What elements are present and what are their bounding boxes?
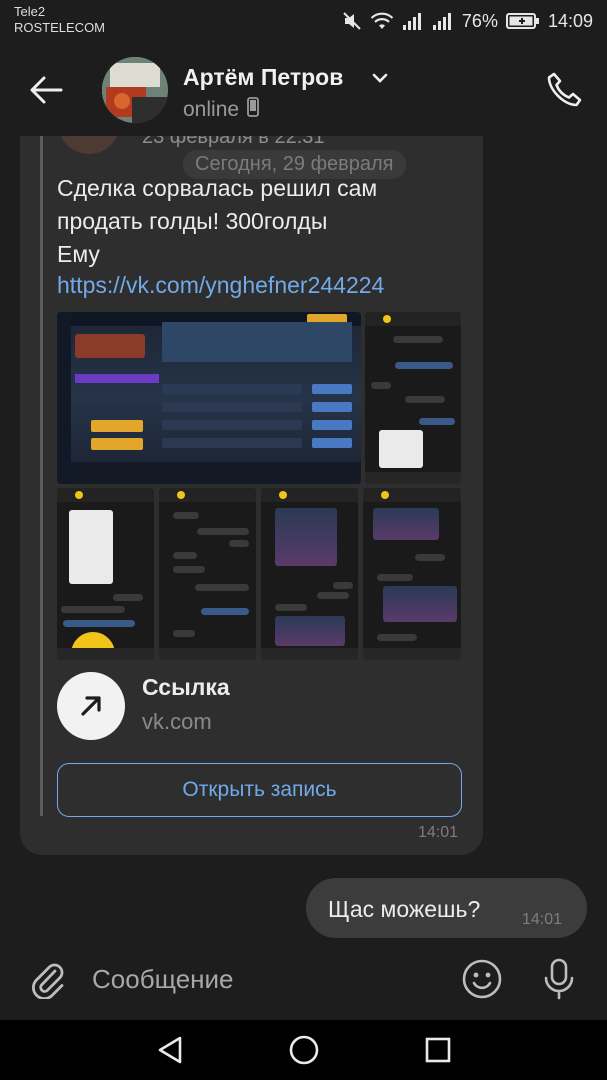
nav-home-button[interactable] <box>282 1030 326 1070</box>
clock: 14:09 <box>547 10 593 31</box>
attach-button[interactable] <box>24 956 70 1002</box>
signal-icon <box>432 11 454 31</box>
status-icons: 76% 14:09 <box>342 8 593 34</box>
contact-online-status: online <box>183 97 259 123</box>
photo-thumbnail[interactable] <box>57 488 154 660</box>
carrier-info: Tele2 ROSTELECOM <box>14 4 105 36</box>
battery-icon <box>505 12 540 30</box>
forward-quote-bar <box>40 136 43 816</box>
back-triangle-icon <box>158 1036 182 1064</box>
emoji-icon <box>462 959 502 999</box>
message-list[interactable]: 23 февраля в 22:31 Сегодня, 29 февраля С… <box>0 136 607 938</box>
message-link[interactable]: https://vk.com/ynghefner244224 <box>57 269 384 302</box>
microphone-icon <box>544 958 574 1000</box>
forwarded-date: 23 февраля в 22:31 <box>142 136 325 148</box>
outgoing-message-text: Щас можешь? <box>328 896 481 922</box>
carrier-name-primary: Tele2 <box>14 4 46 19</box>
link-preview-domain: vk.com <box>142 709 212 734</box>
phone-icon <box>547 72 582 107</box>
home-circle-icon <box>289 1035 319 1065</box>
nav-back-button[interactable] <box>148 1030 192 1070</box>
system-navigation-bar <box>0 1020 607 1080</box>
paperclip-icon <box>32 963 64 999</box>
contact-avatar[interactable] <box>102 57 168 123</box>
photo-thumbnail[interactable] <box>57 312 361 484</box>
message-time: 14:01 <box>418 824 459 841</box>
emoji-button[interactable] <box>459 956 505 1002</box>
status-bar: Tele2 ROSTELECOM 76% 14:09 <box>0 0 607 44</box>
mute-icon <box>342 11 362 31</box>
mobile-icon <box>247 97 259 123</box>
back-button[interactable] <box>22 68 70 112</box>
photo-attachments <box>57 312 461 660</box>
message-input[interactable] <box>92 958 442 1000</box>
call-button[interactable] <box>540 66 588 114</box>
nav-recents-button[interactable] <box>416 1030 460 1070</box>
voice-record-button[interactable] <box>536 956 582 1002</box>
photo-thumbnail[interactable] <box>159 488 256 660</box>
link-preview-icon[interactable] <box>57 672 125 740</box>
outgoing-message-time: 14:01 <box>522 911 563 928</box>
message-text: Сделка сорвалась решил сам продать голды… <box>57 175 378 267</box>
photo-thumbnail[interactable] <box>261 488 358 660</box>
photo-thumbnail[interactable] <box>365 312 461 484</box>
chevron-down-icon[interactable] <box>370 68 390 93</box>
battery-percent: 76% <box>461 10 498 31</box>
carrier-name-secondary: ROSTELECOM <box>14 20 106 35</box>
chat-header: Артём Петров online <box>0 44 607 136</box>
recents-square-icon <box>425 1037 451 1063</box>
status-label: online <box>183 98 240 121</box>
open-post-button[interactable]: Открыть запись <box>57 763 462 817</box>
external-link-arrow-icon <box>81 696 101 716</box>
signal-icon <box>402 11 424 31</box>
message-composer <box>0 938 607 1020</box>
wifi-icon <box>370 11 394 31</box>
photo-thumbnail[interactable] <box>363 488 461 660</box>
contact-name[interactable]: Артём Петров <box>183 64 343 91</box>
link-preview-title[interactable]: Ссылка <box>142 674 230 701</box>
back-arrow-icon <box>30 76 63 104</box>
